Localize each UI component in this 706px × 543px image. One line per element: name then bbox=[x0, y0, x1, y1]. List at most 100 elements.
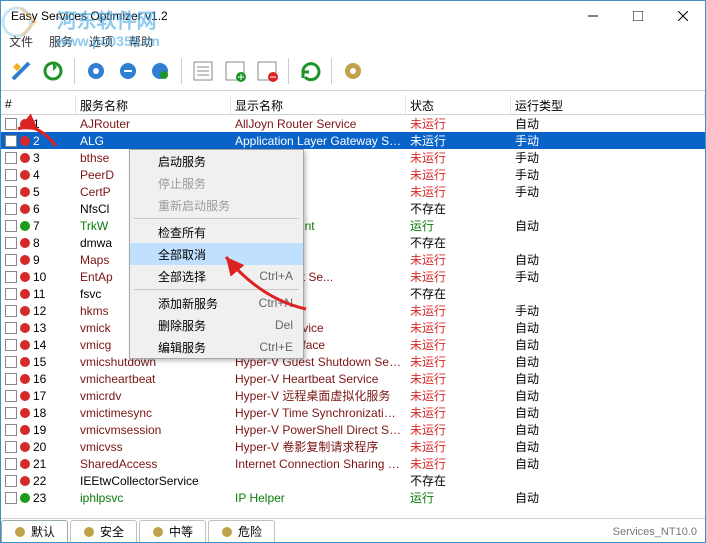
ctx-start-service[interactable]: 启动服务 bbox=[130, 150, 303, 172]
tool-settings-icon[interactable] bbox=[339, 57, 367, 85]
table-row[interactable]: 21SharedAccessInternet Connection Sharin… bbox=[1, 455, 705, 472]
cell-status: 未运行 bbox=[406, 166, 511, 183]
row-checkbox[interactable] bbox=[5, 356, 17, 368]
table-row[interactable]: 17vmicrdvHyper-V 远程桌面虚拟化服务未运行自动 bbox=[1, 387, 705, 404]
col-index[interactable]: # bbox=[1, 95, 76, 114]
row-number: 1 bbox=[33, 117, 40, 131]
tab-danger[interactable]: 危险 bbox=[208, 520, 275, 542]
table-row[interactable]: 19vmicvmsessionHyper-V PowerShell Direct… bbox=[1, 421, 705, 438]
table-row[interactable]: 4PeerD未运行手动 bbox=[1, 166, 705, 183]
tool-list-add-icon[interactable] bbox=[221, 57, 249, 85]
table-row[interactable]: 18vmictimesyncHyper-V Time Synchronizati… bbox=[1, 404, 705, 421]
col-service[interactable]: 服务名称 bbox=[76, 95, 231, 114]
row-checkbox[interactable] bbox=[5, 135, 17, 147]
row-checkbox[interactable] bbox=[5, 271, 17, 283]
table-row[interactable]: 16vmicheartbeatHyper-V Heartbeat Service… bbox=[1, 370, 705, 387]
menu-options[interactable]: 选项 bbox=[89, 33, 113, 50]
row-checkbox[interactable] bbox=[5, 118, 17, 130]
row-checkbox[interactable] bbox=[5, 186, 17, 198]
table-row[interactable]: 23iphlpsvcIP Helper运行自动 bbox=[1, 489, 705, 506]
table-row[interactable]: 15vmicshutdownHyper-V Guest Shutdown Ser… bbox=[1, 353, 705, 370]
tool-optimize-icon[interactable] bbox=[7, 57, 35, 85]
minimize-button[interactable] bbox=[570, 2, 615, 30]
cell-status: 未运行 bbox=[406, 302, 511, 319]
col-status[interactable]: 状态 bbox=[406, 95, 511, 114]
menu-file[interactable]: 文件 bbox=[9, 33, 33, 50]
table-row[interactable]: 20vmicvssHyper-V 卷影复制请求程序未运行自动 bbox=[1, 438, 705, 455]
cell-status: 未运行 bbox=[406, 387, 511, 404]
ctx-edit-service[interactable]: 编辑服务Ctrl+E bbox=[130, 336, 303, 358]
status-dot-icon bbox=[20, 272, 30, 282]
table-row[interactable]: 5CertPagation未运行手动 bbox=[1, 183, 705, 200]
tool-reset-icon[interactable] bbox=[39, 57, 67, 85]
tool-gear-blue-2-icon[interactable] bbox=[114, 57, 142, 85]
row-checkbox[interactable] bbox=[5, 339, 17, 351]
row-checkbox[interactable] bbox=[5, 390, 17, 402]
row-checkbox[interactable] bbox=[5, 237, 17, 249]
table-row[interactable]: 22IEEtwCollectorService不存在 bbox=[1, 472, 705, 489]
row-checkbox[interactable] bbox=[5, 169, 17, 181]
row-checkbox[interactable] bbox=[5, 152, 17, 164]
row-checkbox[interactable] bbox=[5, 305, 17, 317]
table-row[interactable]: 3bthse未运行手动 bbox=[1, 149, 705, 166]
table-row[interactable]: 2ALGApplication Layer Gateway Ser...未运行手… bbox=[1, 132, 705, 149]
cell-status: 未运行 bbox=[406, 404, 511, 421]
cell-status: 未运行 bbox=[406, 353, 511, 370]
cell-type: 自动 bbox=[511, 370, 705, 387]
cell-display: Hyper-V PowerShell Direct Service bbox=[231, 423, 406, 437]
table-row[interactable]: 1AJRouterAllJoyn Router Service未运行自动 bbox=[1, 115, 705, 132]
tab-safe[interactable]: 安全 bbox=[70, 520, 137, 542]
tool-gear-blue-3-icon[interactable] bbox=[146, 57, 174, 85]
ctx-select-all[interactable]: 全部选择Ctrl+A bbox=[130, 265, 303, 287]
tool-list-remove-icon[interactable] bbox=[253, 57, 281, 85]
row-checkbox[interactable] bbox=[5, 492, 17, 504]
tool-gear-blue-1-icon[interactable] bbox=[82, 57, 110, 85]
ctx-uncheck-all[interactable]: 全部取消 bbox=[130, 243, 303, 265]
table-row[interactable]: 11fsvc不存在 bbox=[1, 285, 705, 302]
tool-list-icon[interactable] bbox=[189, 57, 217, 85]
table-row[interactable]: 12hkms未运行手动 bbox=[1, 302, 705, 319]
close-button[interactable] bbox=[660, 2, 705, 30]
row-checkbox[interactable] bbox=[5, 220, 17, 232]
table-row[interactable]: 7TrkWTracking Client运行自动 bbox=[1, 217, 705, 234]
table-row[interactable]: 14vmicgService Interface未运行自动 bbox=[1, 336, 705, 353]
col-display[interactable]: 显示名称 bbox=[231, 95, 406, 114]
row-checkbox[interactable] bbox=[5, 288, 17, 300]
row-number: 17 bbox=[33, 389, 46, 403]
col-type[interactable]: 运行类型 bbox=[511, 95, 705, 114]
table-row[interactable]: 6NfsCl不存在 bbox=[1, 200, 705, 217]
tool-refresh-icon[interactable] bbox=[296, 57, 324, 85]
ctx-delete-service[interactable]: 删除服务Del bbox=[130, 314, 303, 336]
status-text: Services_NT10.0 bbox=[613, 526, 697, 538]
maximize-button[interactable] bbox=[615, 2, 660, 30]
cell-status: 未运行 bbox=[406, 336, 511, 353]
cell-type: 手动 bbox=[511, 132, 705, 149]
row-checkbox[interactable] bbox=[5, 458, 17, 470]
row-checkbox[interactable] bbox=[5, 373, 17, 385]
row-checkbox[interactable] bbox=[5, 322, 17, 334]
cell-type: 自动 bbox=[511, 421, 705, 438]
cell-service: vmicheartbeat bbox=[76, 372, 231, 386]
row-checkbox[interactable] bbox=[5, 424, 17, 436]
tab-medium[interactable]: 中等 bbox=[139, 520, 206, 542]
ctx-check-all[interactable]: 检查所有 bbox=[130, 221, 303, 243]
menu-help[interactable]: 帮助 bbox=[129, 33, 153, 50]
table-row[interactable]: 9Mapsps Manager未运行自动 bbox=[1, 251, 705, 268]
table-row[interactable]: 13vmickxchange Service未运行自动 bbox=[1, 319, 705, 336]
row-checkbox[interactable] bbox=[5, 407, 17, 419]
status-dot-icon bbox=[20, 136, 30, 146]
row-number: 8 bbox=[33, 236, 40, 250]
bottom-tabs: 默认 安全 中等 危险 Services_NT10.0 bbox=[1, 518, 705, 542]
table-row[interactable]: 8dmwa不存在 bbox=[1, 234, 705, 251]
row-checkbox[interactable] bbox=[5, 203, 17, 215]
row-checkbox[interactable] bbox=[5, 475, 17, 487]
table-row[interactable]: 10EntApManagement Se...未运行手动 bbox=[1, 268, 705, 285]
status-dot-icon bbox=[20, 476, 30, 486]
ctx-add-service[interactable]: 添加新服务Ctrl+N bbox=[130, 292, 303, 314]
cell-type: 自动 bbox=[511, 438, 705, 455]
menu-service[interactable]: 服务 bbox=[49, 33, 73, 50]
status-dot-icon bbox=[20, 170, 30, 180]
row-checkbox[interactable] bbox=[5, 254, 17, 266]
row-checkbox[interactable] bbox=[5, 441, 17, 453]
tab-default[interactable]: 默认 bbox=[1, 520, 68, 542]
